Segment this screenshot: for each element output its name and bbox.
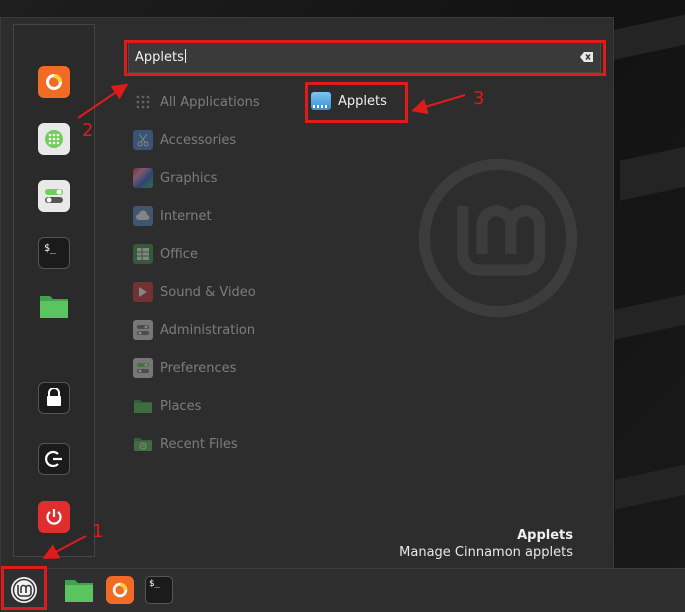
category-graphics[interactable]: Graphics <box>133 167 217 189</box>
shutdown-icon[interactable] <box>38 501 70 533</box>
play-icon <box>133 282 153 302</box>
category-all-applications[interactable]: All Applications <box>133 91 260 113</box>
scissors-icon <box>133 130 153 150</box>
lock-icon[interactable] <box>38 382 70 414</box>
category-label: Administration <box>160 322 256 338</box>
category-office[interactable]: Office <box>133 243 198 265</box>
category-label: Office <box>160 246 198 262</box>
mint-logo-watermark <box>418 158 578 318</box>
recent-folder-icon <box>133 434 153 454</box>
toggles-icon <box>133 320 153 340</box>
favorites-sidebar: $_ <box>13 24 95 557</box>
description-text: Manage Cinnamon applets <box>399 545 573 560</box>
category-internet[interactable]: Internet <box>133 205 212 227</box>
toggles-icon <box>133 358 153 378</box>
category-label: Accessories <box>160 132 237 148</box>
category-label: Internet <box>160 208 212 224</box>
menu-button-highlight-box <box>1 566 47 610</box>
palette-icon <box>133 168 153 188</box>
software-manager-icon[interactable] <box>38 123 70 155</box>
category-preferences[interactable]: Preferences <box>133 357 236 379</box>
category-label: Places <box>160 398 202 414</box>
annotation-number-2: 2 <box>82 120 94 141</box>
firefox-icon[interactable] <box>105 575 135 605</box>
terminal-prompt: $_ <box>43 242 57 254</box>
category-accessories[interactable]: Accessories <box>133 129 236 151</box>
category-recent-files[interactable]: Recent Files <box>133 433 238 455</box>
settings-icon[interactable] <box>38 180 70 212</box>
category-label: Graphics <box>160 170 218 186</box>
category-label: Recent Files <box>160 436 238 452</box>
category-label: Preferences <box>160 360 237 376</box>
category-label: All Applications <box>160 94 260 110</box>
category-sound-video[interactable]: Sound & Video <box>133 281 256 303</box>
files-icon[interactable] <box>64 575 94 605</box>
annotation-number-1: 1 <box>92 521 104 542</box>
category-label: Sound & Video <box>160 284 256 300</box>
grid-icon <box>133 92 153 112</box>
terminal-icon[interactable]: $_ <box>144 575 174 605</box>
category-administration[interactable]: Administration <box>133 319 255 341</box>
cloud-icon <box>133 206 153 226</box>
terminal-icon[interactable]: $_ <box>38 237 70 269</box>
folder-icon <box>133 396 153 416</box>
spreadsheet-icon <box>133 244 153 264</box>
description-title: Applets <box>517 528 573 543</box>
annotation-number-3: 3 <box>473 88 485 109</box>
result-highlight-box <box>305 82 408 123</box>
search-highlight-box <box>124 40 606 76</box>
firefox-icon[interactable] <box>38 66 70 98</box>
category-places[interactable]: Places <box>133 395 201 417</box>
terminal-prompt: $_ <box>149 579 160 589</box>
files-icon[interactable] <box>38 291 70 321</box>
taskbar-panel: $_ <box>0 568 685 612</box>
logout-icon[interactable] <box>38 443 70 475</box>
